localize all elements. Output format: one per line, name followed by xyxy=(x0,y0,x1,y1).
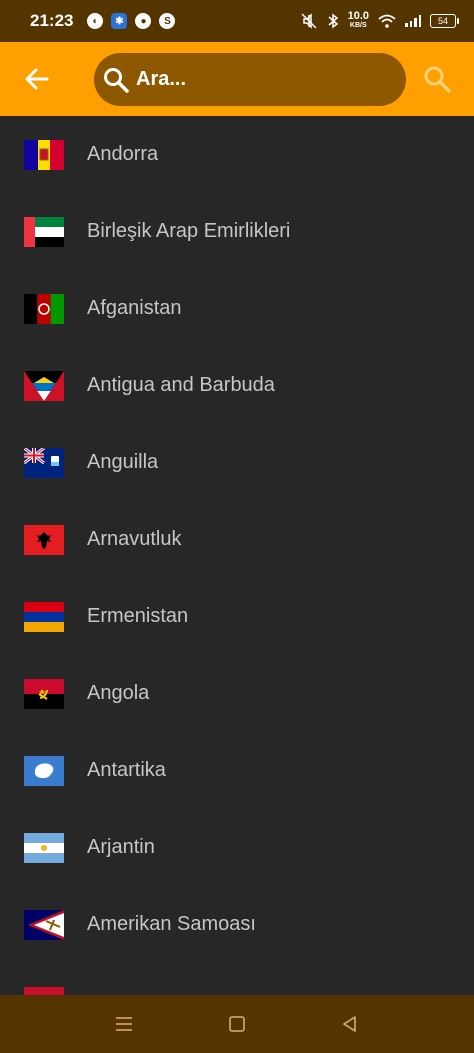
status-indicators: 10.0 KB/S 54 xyxy=(300,10,459,30)
country-row-antigua[interactable]: Antigua and Barbuda xyxy=(0,347,474,424)
search-icon xyxy=(424,66,451,93)
country-name: Arjantin xyxy=(87,836,155,858)
mute-icon xyxy=(301,13,317,29)
search-input[interactable] xyxy=(136,68,386,91)
country-name: Andorra xyxy=(87,143,159,165)
country-row-american-samoa[interactable]: Amerikan Samoası xyxy=(0,886,474,963)
messenger-notification-icon: ✱ xyxy=(111,13,128,29)
menu-icon xyxy=(116,1017,133,1031)
country-row-anguilla[interactable]: Anguilla xyxy=(0,424,474,501)
status-bar: 21:23 ◐ ✱ ● S 10.0 KB/S 54 xyxy=(0,0,474,42)
country-name: Afganistan xyxy=(87,297,182,319)
search-button[interactable] xyxy=(422,64,452,94)
app-notification-icon: ◐ xyxy=(87,13,104,29)
country-row-argentina[interactable]: Arjantin xyxy=(0,809,474,886)
country-name: Anguilla xyxy=(87,451,159,473)
albania-flag-icon xyxy=(24,524,64,555)
country-name: Antigua and Barbuda xyxy=(87,374,275,396)
net-speed-value: 10.0 xyxy=(347,10,369,22)
signal-icon xyxy=(405,15,421,27)
country-name: Arnavutluk xyxy=(87,528,182,550)
country-name: Ermenistan xyxy=(87,605,189,627)
country-row-uae[interactable]: Birleşik Arap Emirlikleri xyxy=(0,193,474,270)
search-icon xyxy=(104,67,129,93)
back-button[interactable] xyxy=(22,64,52,94)
country-name: Amerikan Samoası xyxy=(87,913,256,935)
country-row-afghanistan[interactable]: Afganistan xyxy=(0,270,474,347)
country-row-andorra[interactable]: Andorra xyxy=(0,116,474,193)
argentina-flag-icon xyxy=(24,832,64,863)
antarctica-flag-icon xyxy=(24,755,64,786)
afghanistan-flag-icon xyxy=(24,293,64,324)
country-row-albania[interactable]: Arnavutluk xyxy=(0,501,474,578)
app-root: 21:23 ◐ ✱ ● S 10.0 KB/S 54 Ara... Andorr… xyxy=(0,0,474,1053)
country-row-angola[interactable]: Angola xyxy=(0,655,474,732)
reddit-notification-icon: ● xyxy=(135,13,152,29)
home-square-icon xyxy=(229,1016,245,1032)
uae-flag-icon xyxy=(24,216,64,247)
battery-icon: 54 xyxy=(430,14,459,28)
search-box[interactable] xyxy=(94,53,406,106)
wifi-icon xyxy=(378,14,396,28)
country-row-antarctica[interactable]: Antartika xyxy=(0,732,474,809)
net-speed: 10.0 KB/S xyxy=(347,10,369,30)
austria-flag-icon xyxy=(24,986,64,995)
armenia-flag-icon xyxy=(24,601,64,632)
back-triangle-icon xyxy=(342,1016,356,1032)
bluetooth-icon xyxy=(328,13,338,29)
antigua-flag-icon xyxy=(24,370,64,401)
app-s-notification-icon: S xyxy=(159,13,176,29)
battery-level: 54 xyxy=(437,16,448,26)
notification-icons: ◐ ✱ ● S xyxy=(87,13,176,29)
home-button[interactable] xyxy=(217,1004,257,1044)
andorra-flag-icon xyxy=(24,139,64,170)
back-arrow-icon xyxy=(25,68,49,90)
country-list: Andorra Birleşik Arap Emirlikleri Afgani… xyxy=(0,116,474,995)
system-nav-bar xyxy=(0,995,474,1053)
country-row-armenia[interactable]: Ermenistan xyxy=(0,578,474,655)
anguilla-flag-icon xyxy=(24,447,64,478)
app-bar xyxy=(0,42,474,116)
recents-button[interactable] xyxy=(104,1004,144,1044)
country-name: Angola xyxy=(87,682,150,704)
country-name: Antartika xyxy=(87,759,166,781)
net-speed-unit: KB/S xyxy=(349,22,367,29)
american-samoa-flag-icon xyxy=(24,909,64,940)
country-name: Birleşik Arap Emirlikleri xyxy=(87,220,291,242)
angola-flag-icon xyxy=(24,678,64,709)
country-row-partial[interactable] xyxy=(0,963,474,995)
back-nav-button[interactable] xyxy=(330,1004,370,1044)
status-time: 21:23 xyxy=(30,11,74,30)
